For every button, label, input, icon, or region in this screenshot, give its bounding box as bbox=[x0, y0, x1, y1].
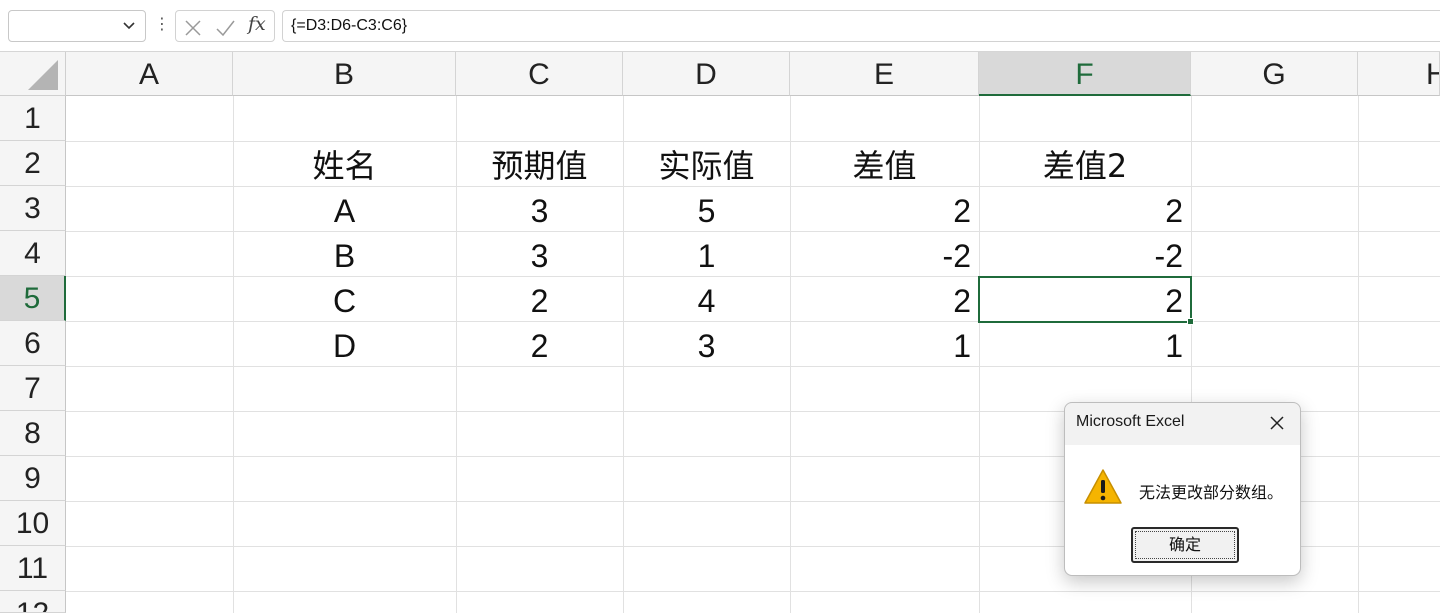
more-options-icon[interactable]: ⋮ bbox=[154, 14, 170, 36]
cell-d4[interactable]: 1 bbox=[623, 231, 790, 276]
cell-e5[interactable]: 2 bbox=[790, 276, 979, 321]
row-header-11[interactable]: 11 bbox=[0, 546, 66, 591]
column-header-b[interactable]: B bbox=[233, 52, 456, 96]
formula-buttons: fx bbox=[175, 10, 275, 42]
cell-f3[interactable]: 2 bbox=[979, 186, 1191, 231]
grid-line bbox=[66, 366, 1440, 367]
cell-b5[interactable]: C bbox=[233, 276, 456, 321]
row-header-6[interactable]: 6 bbox=[0, 321, 66, 366]
fill-handle[interactable] bbox=[1187, 318, 1194, 325]
select-all-corner[interactable] bbox=[0, 52, 66, 96]
cell-c6[interactable]: 2 bbox=[456, 321, 623, 366]
cell-e3[interactable]: 2 bbox=[790, 186, 979, 231]
cell-b3[interactable]: A bbox=[233, 186, 456, 231]
cell-d2[interactable]: 实际值 bbox=[623, 141, 790, 186]
column-header-c[interactable]: C bbox=[456, 52, 623, 96]
formula-input[interactable]: {=D3:D6-C3:C6} bbox=[282, 10, 1440, 42]
row-header-7[interactable]: 7 bbox=[0, 366, 66, 411]
column-header-d[interactable]: D bbox=[623, 52, 790, 96]
column-header-h[interactable]: H bbox=[1358, 52, 1440, 96]
select-all-triangle-icon bbox=[28, 60, 58, 90]
row-header-2[interactable]: 2 bbox=[0, 141, 66, 186]
cancel-x-icon[interactable] bbox=[182, 17, 204, 39]
formula-bar: ⋮ fx {=D3:D6-C3:C6} bbox=[0, 0, 1440, 52]
cell-c4[interactable]: 3 bbox=[456, 231, 623, 276]
column-header-e[interactable]: E bbox=[790, 52, 979, 96]
row-header-10[interactable]: 10 bbox=[0, 501, 66, 546]
close-icon[interactable] bbox=[1265, 411, 1289, 435]
error-dialog: Microsoft Excel 无法更改部分数组。 确定 bbox=[1064, 402, 1301, 576]
row-header-12[interactable]: 12 bbox=[0, 591, 66, 613]
cell-f2[interactable]: 差值2 bbox=[979, 141, 1191, 186]
active-cell-border bbox=[978, 276, 1192, 323]
cell-f6[interactable]: 1 bbox=[979, 321, 1191, 366]
cell-e2[interactable]: 差值 bbox=[790, 141, 979, 186]
column-header-g[interactable]: G bbox=[1191, 52, 1358, 96]
chevron-down-icon[interactable] bbox=[121, 17, 137, 33]
cell-f4[interactable]: -2 bbox=[979, 231, 1191, 276]
insert-function-icon[interactable]: fx bbox=[248, 13, 266, 35]
column-header-a[interactable]: A bbox=[66, 52, 233, 96]
cell-c2[interactable]: 预期值 bbox=[456, 141, 623, 186]
dialog-title: Microsoft Excel bbox=[1076, 413, 1185, 430]
cell-b2[interactable]: 姓名 bbox=[233, 141, 456, 186]
grid-line bbox=[1358, 96, 1359, 613]
warning-icon bbox=[1084, 469, 1122, 504]
cell-d3[interactable]: 5 bbox=[623, 186, 790, 231]
cell-e4[interactable]: -2 bbox=[790, 231, 979, 276]
row-header-1[interactable]: 1 bbox=[0, 96, 66, 141]
cell-c5[interactable]: 2 bbox=[456, 276, 623, 321]
row-header-5[interactable]: 5 bbox=[0, 276, 66, 321]
cell-b6[interactable]: D bbox=[233, 321, 456, 366]
dialog-body: 无法更改部分数组。 确定 bbox=[1065, 445, 1300, 575]
row-header-3[interactable]: 3 bbox=[0, 186, 66, 231]
ok-button[interactable]: 确定 bbox=[1131, 527, 1239, 563]
cell-b4[interactable]: B bbox=[233, 231, 456, 276]
column-header-f[interactable]: F bbox=[979, 52, 1191, 96]
cell-c3[interactable]: 3 bbox=[456, 186, 623, 231]
dialog-message: 无法更改部分数组。 bbox=[1139, 483, 1284, 502]
cell-d5[interactable]: 4 bbox=[623, 276, 790, 321]
name-box[interactable] bbox=[8, 10, 146, 42]
row-header-4[interactable]: 4 bbox=[0, 231, 66, 276]
cell-d6[interactable]: 3 bbox=[623, 321, 790, 366]
grid-line bbox=[66, 591, 1440, 592]
cell-e6[interactable]: 1 bbox=[790, 321, 979, 366]
confirm-check-icon[interactable] bbox=[214, 17, 236, 39]
row-header-8[interactable]: 8 bbox=[0, 411, 66, 456]
row-header-9[interactable]: 9 bbox=[0, 456, 66, 501]
